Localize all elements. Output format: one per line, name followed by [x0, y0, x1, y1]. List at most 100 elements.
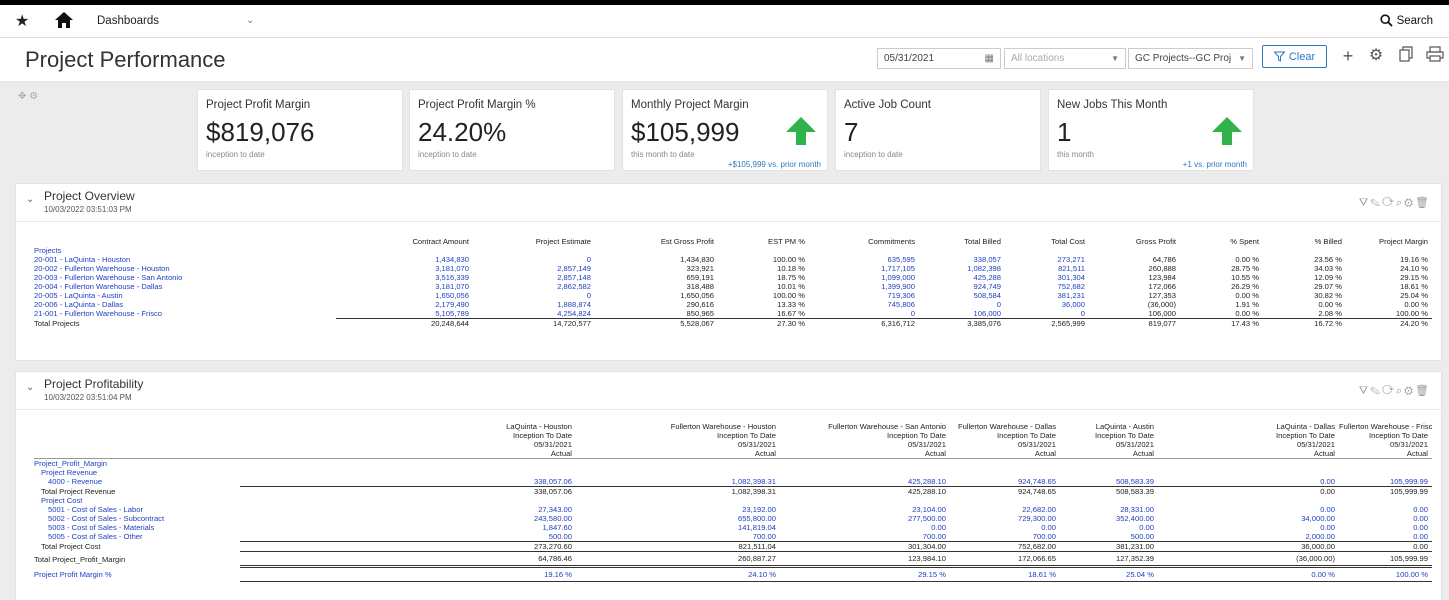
move-icon[interactable]: ✥: [18, 91, 26, 102]
cell-value[interactable]: 0.00: [1339, 514, 1432, 523]
project-name-link[interactable]: 20-004 - Fullerton Warehouse - Dallas: [34, 282, 336, 291]
cell-value[interactable]: 2,179,490: [336, 300, 473, 309]
gear-icon[interactable]: ⚙: [1366, 46, 1386, 66]
cell-value[interactable]: 4,254,824: [473, 309, 595, 319]
print-icon[interactable]: [1425, 46, 1445, 66]
cell-value[interactable]: 24.10 %: [576, 566, 780, 582]
chevron-down-icon[interactable]: ⌄: [246, 15, 254, 26]
cell-value[interactable]: 700.00: [576, 532, 780, 542]
cell-value[interactable]: 243,580.00: [373, 514, 576, 523]
cell-value[interactable]: 28,331.00: [1060, 505, 1158, 514]
refresh-icon[interactable]: ⟳: [1382, 197, 1396, 209]
home-icon[interactable]: [54, 11, 74, 29]
cell-value[interactable]: 2,000.00: [1158, 532, 1339, 542]
cell-value[interactable]: 0: [919, 300, 1005, 309]
calendar-icon[interactable]: ▦: [985, 53, 994, 64]
cell-value[interactable]: 36,000: [1005, 300, 1089, 309]
cell-value[interactable]: 0.00: [1158, 523, 1339, 532]
cell-value[interactable]: 23,104.00: [780, 505, 950, 514]
cell-value[interactable]: 0: [1005, 309, 1089, 319]
column-header[interactable]: Est Gross Profit: [595, 237, 718, 246]
zoom-icon[interactable]: ⌕: [1396, 197, 1404, 209]
favorite-star-icon[interactable]: ★: [15, 11, 29, 31]
cell-value[interactable]: 745,806: [809, 300, 919, 309]
cell-value[interactable]: 0.00: [950, 523, 1060, 532]
cell-value[interactable]: 0.00: [1339, 532, 1432, 542]
cell-value[interactable]: 729,300.00: [950, 514, 1060, 523]
column-header[interactable]: Gross Profit: [1089, 237, 1180, 246]
cell-value[interactable]: 19.16 %: [373, 566, 576, 582]
column-header[interactable]: Contract Amount: [336, 237, 473, 246]
cell-value[interactable]: 0.00: [1339, 523, 1432, 532]
row-label[interactable]: Project Revenue: [34, 468, 240, 477]
cell-value[interactable]: 338,057: [919, 255, 1005, 264]
column-header[interactable]: Commitments: [809, 237, 919, 246]
cell-value[interactable]: 18.61 %: [950, 566, 1060, 582]
cell-value[interactable]: 2,862,582: [473, 282, 595, 291]
cell-value[interactable]: 105,999.99: [1339, 477, 1432, 487]
copy-icon[interactable]: [1396, 46, 1416, 66]
project-filter-select[interactable]: GC Projects--GC Proj ▼: [1128, 48, 1253, 69]
cell-value[interactable]: 0: [473, 255, 595, 264]
cell-value[interactable]: 0.00: [1158, 477, 1339, 487]
cell-value[interactable]: 0.00: [780, 523, 950, 532]
dashboards-menu[interactable]: Dashboards: [97, 15, 159, 27]
cell-value[interactable]: 0.00: [1060, 523, 1158, 532]
cell-value[interactable]: 425,288: [919, 273, 1005, 282]
cell-value[interactable]: 100.00 %: [1339, 566, 1432, 582]
trash-icon[interactable]: 🗑: [1415, 385, 1431, 397]
cell-value[interactable]: 752,682: [1005, 282, 1089, 291]
cell-value[interactable]: 1,434,830: [336, 255, 473, 264]
search-button[interactable]: Search: [1379, 14, 1433, 27]
row-label[interactable]: Project_Profit_Margin: [34, 459, 240, 469]
column-header[interactable]: EST PM %: [718, 237, 809, 246]
cell-value[interactable]: 2,857,149: [473, 264, 595, 273]
cell-value[interactable]: 700.00: [780, 532, 950, 542]
collapse-chevron-icon[interactable]: ⌄: [26, 382, 34, 393]
trash-icon[interactable]: 🗑: [1415, 197, 1431, 209]
cell-value[interactable]: 1,082,398: [919, 264, 1005, 273]
cell-value[interactable]: 500.00: [1060, 532, 1158, 542]
project-name-link[interactable]: 21-001 - Fullerton Warehouse - Frisco: [34, 309, 336, 319]
collapse-chevron-icon[interactable]: ⌄: [26, 194, 34, 205]
cell-value[interactable]: 1,099,000: [809, 273, 919, 282]
cell-value[interactable]: 924,748.65: [950, 477, 1060, 487]
cell-value[interactable]: 508,584: [919, 291, 1005, 300]
project-name-link[interactable]: 20-003 - Fullerton Warehouse - San Anton…: [34, 273, 336, 282]
date-field[interactable]: 05/31/2021 ▦: [877, 48, 1001, 69]
project-name-link[interactable]: 20-002 - Fullerton Warehouse - Houston: [34, 264, 336, 273]
kpi-card[interactable]: Project Profit Margin $819,076 inception t…: [197, 89, 403, 171]
column-header[interactable]: % Billed: [1263, 237, 1346, 246]
add-icon[interactable]: +: [1338, 46, 1358, 66]
gear-icon[interactable]: ⚙: [1404, 197, 1415, 209]
cell-value[interactable]: 338,057.06: [373, 477, 576, 487]
cell-value[interactable]: 508,583.39: [1060, 477, 1158, 487]
cell-value[interactable]: 655,800.00: [576, 514, 780, 523]
cell-value[interactable]: 500.00: [373, 532, 576, 542]
cell-value[interactable]: 22,682.00: [950, 505, 1060, 514]
row-label[interactable]: Project Cost: [34, 496, 240, 505]
gear-icon[interactable]: ⚙: [1404, 385, 1415, 397]
project-name-link[interactable]: 20-001 - LaQuinta - Houston: [34, 255, 336, 264]
refresh-icon[interactable]: ⟳: [1382, 385, 1396, 397]
cell-value[interactable]: 1,399,900: [809, 282, 919, 291]
kpi-card[interactable]: New Jobs This Month 1 this month +1 vs. pri…: [1048, 89, 1254, 171]
cell-value[interactable]: 3,181,070: [336, 282, 473, 291]
cell-value[interactable]: 1,082,398.31: [576, 477, 780, 487]
cell-value[interactable]: 0: [473, 291, 595, 300]
cell-value[interactable]: 3,516,339: [336, 273, 473, 282]
cell-value[interactable]: 0.00 %: [1158, 566, 1339, 582]
cell-value[interactable]: 106,000: [919, 309, 1005, 319]
project-name-link[interactable]: 20-006 - LaQuinta - Dallas: [34, 300, 336, 309]
section-label[interactable]: Projects: [34, 246, 1432, 255]
cell-value[interactable]: 352,400.00: [1060, 514, 1158, 523]
row-label[interactable]: 5005 - Cost of Sales - Other: [34, 532, 240, 542]
kpi-card[interactable]: Active Job Count 7 inception to date: [835, 89, 1041, 171]
cell-value[interactable]: 0.00: [1158, 505, 1339, 514]
cell-value[interactable]: 1,888,874: [473, 300, 595, 309]
row-label[interactable]: 4000 - Revenue: [34, 477, 240, 487]
cell-value[interactable]: 301,304: [1005, 273, 1089, 282]
column-header[interactable]: Project Margin: [1346, 237, 1432, 246]
clear-filter-button[interactable]: Clear: [1262, 45, 1327, 68]
row-label[interactable]: 5003 - Cost of Sales - Materials: [34, 523, 240, 532]
